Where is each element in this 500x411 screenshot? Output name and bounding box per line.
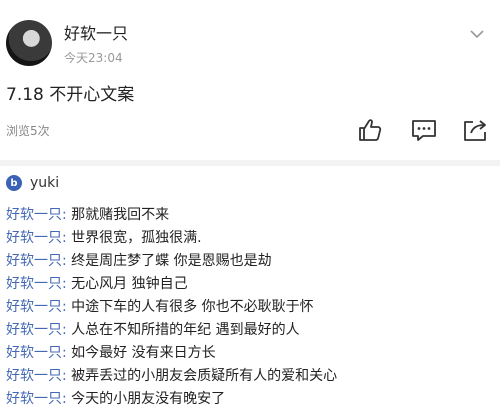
speaker-separator: : <box>62 368 67 384</box>
comment-line: 好软一只: 无心风月 独钟自己 <box>6 273 337 296</box>
line-text: 终是周庄梦了蝶 你是恩赐也是劫 <box>71 253 272 269</box>
post-time: 今天23:04 <box>64 51 123 65</box>
speaker-separator: : <box>62 253 67 269</box>
speaker-separator: : <box>62 207 67 223</box>
speaker-name[interactable]: 好软一只 <box>6 276 62 292</box>
speaker-separator: : <box>62 276 67 292</box>
speaker-separator: : <box>62 322 67 338</box>
line-text: 今天的小朋友没有晚安了 <box>71 391 226 407</box>
comment-line: 好软一只: 如今最好 没有来日方长 <box>6 342 337 365</box>
speaker-name[interactable]: 好软一只 <box>6 253 62 269</box>
line-text: 世界很宽，孤独很满. <box>71 230 202 246</box>
speaker-name[interactable]: 好软一只 <box>6 345 62 361</box>
comment-line: 好软一只: 那就赌我回不来 <box>6 204 337 227</box>
comment-line: 好软一只: 终是周庄梦了蝶 你是恩赐也是劫 <box>6 250 337 273</box>
comment-line: 好软一只: 被弄丢过的小朋友会质疑所有人的爱和关心 <box>6 365 337 388</box>
comment-line: 好软一只: 世界很宽，孤独很满. <box>6 227 337 250</box>
speaker-separator: : <box>62 345 67 361</box>
commenter-icon: b <box>6 175 22 191</box>
speaker-separator: : <box>62 391 67 407</box>
line-text: 人总在不知所措的年纪 遇到最好的人 <box>71 322 300 338</box>
post-header: 好软一只 今天23:04 7.18 不开心文案 浏览5次 <box>0 0 500 160</box>
speaker-name[interactable]: 好软一只 <box>6 322 62 338</box>
speaker-separator: : <box>62 299 67 315</box>
comment-line: 好软一只: 人总在不知所措的年纪 遇到最好的人 <box>6 319 337 342</box>
speaker-name[interactable]: 好软一只 <box>6 368 62 384</box>
author-name[interactable]: 好软一只 <box>64 20 128 44</box>
chevron-down-icon[interactable] <box>469 28 485 40</box>
share-icon[interactable] <box>462 117 488 143</box>
speaker-separator: : <box>62 230 67 246</box>
line-text: 那就赌我回不来 <box>71 207 170 223</box>
line-text: 中途下车的人有很多 你也不必耿耿于怀 <box>71 299 314 315</box>
comment-lines: 好软一只: 那就赌我回不来 好软一只: 世界很宽，孤独很满. 好软一只: 终是周… <box>6 204 337 411</box>
line-text: 被弄丢过的小朋友会质疑所有人的爱和关心 <box>71 368 338 384</box>
commenter[interactable]: b yuki <box>6 175 59 191</box>
line-text: 如今最好 没有来日方长 <box>71 345 216 361</box>
comment-line: 好软一只: 中途下车的人有很多 你也不必耿耿于怀 <box>6 296 337 319</box>
speaker-name[interactable]: 好软一只 <box>6 391 62 407</box>
comment-icon[interactable] <box>411 117 437 143</box>
line-text: 无心风月 独钟自己 <box>71 276 188 292</box>
speaker-name[interactable]: 好软一只 <box>6 230 62 246</box>
thumbs-up-icon[interactable] <box>357 117 383 143</box>
commenter-name: yuki <box>30 175 60 191</box>
comment-section: b yuki 好软一只: 那就赌我回不来 好软一只: 世界很宽，孤独很满. 好软… <box>0 166 500 408</box>
post-title: 7.18 不开心文案 <box>6 85 135 105</box>
speaker-name[interactable]: 好软一只 <box>6 299 62 315</box>
view-count: 浏览5次 <box>6 124 50 138</box>
avatar[interactable] <box>6 20 52 66</box>
speaker-name[interactable]: 好软一只 <box>6 207 62 223</box>
